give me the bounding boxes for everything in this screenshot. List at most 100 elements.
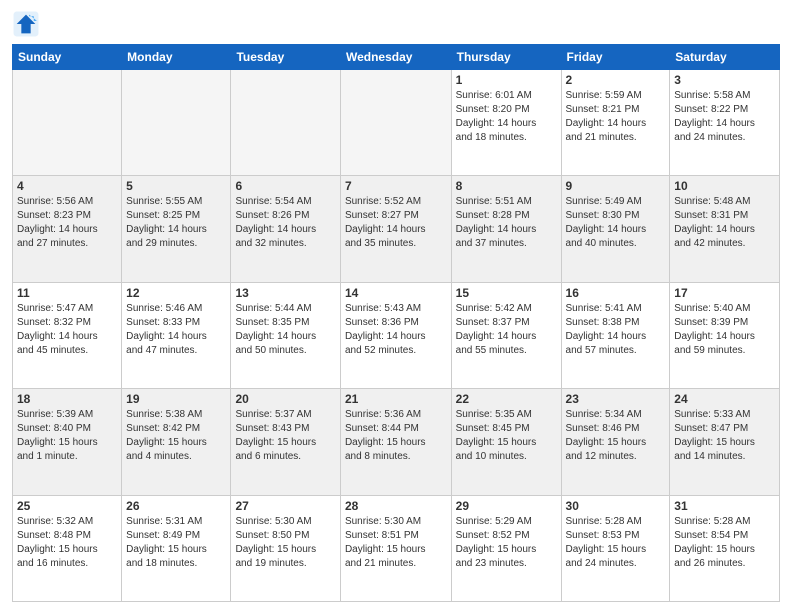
day-info: Sunrise: 5:28 AMSunset: 8:54 PMDaylight:… (674, 515, 775, 571)
week-row-1: 4 Sunrise: 5:56 AMSunset: 8:23 PMDaylight… (13, 176, 780, 282)
day-info: Sunrise: 5:34 AMSunset: 8:46 PMDaylight:… (566, 408, 666, 464)
day-number: 8 (456, 179, 557, 193)
day-number: 27 (235, 499, 335, 513)
day-header-friday: Friday (561, 45, 670, 70)
day-number: 25 (17, 499, 117, 513)
day-number: 29 (456, 499, 557, 513)
day-cell (340, 70, 451, 176)
day-info: Sunrise: 5:29 AMSunset: 8:52 PMDaylight:… (456, 515, 557, 571)
day-header-wednesday: Wednesday (340, 45, 451, 70)
day-info: Sunrise: 5:49 AMSunset: 8:30 PMDaylight:… (566, 195, 666, 251)
day-info: Sunrise: 5:46 AMSunset: 8:33 PMDaylight:… (126, 302, 226, 358)
day-cell (13, 70, 122, 176)
day-info: Sunrise: 5:37 AMSunset: 8:43 PMDaylight:… (235, 408, 335, 464)
day-cell (122, 70, 231, 176)
day-header-monday: Monday (122, 45, 231, 70)
day-number: 17 (674, 286, 775, 300)
day-info: Sunrise: 5:56 AMSunset: 8:23 PMDaylight:… (17, 195, 117, 251)
day-info: Sunrise: 5:59 AMSunset: 8:21 PMDaylight:… (566, 89, 666, 145)
day-cell: 15Sunrise: 5:42 AMSunset: 8:37 PMDayligh… (451, 282, 561, 388)
day-cell: 12 Sunrise: 5:46 AMSunset: 8:33 PMDayligh… (122, 282, 231, 388)
day-number: 13 (235, 286, 335, 300)
day-cell: 29 Sunrise: 5:29 AMSunset: 8:52 PMDayligh… (451, 495, 561, 601)
day-header-saturday: Saturday (670, 45, 780, 70)
day-number: 18 (17, 392, 117, 406)
day-info: Sunrise: 5:51 AMSunset: 8:28 PMDaylight:… (456, 195, 557, 251)
day-cell: 18 Sunrise: 5:39 AMSunset: 8:40 PMDayligh… (13, 389, 122, 495)
day-info: Sunrise: 5:30 AMSunset: 8:51 PMDaylight:… (345, 515, 447, 571)
header-row: SundayMondayTuesdayWednesdayThursdayFrid… (13, 45, 780, 70)
day-cell: 3 Sunrise: 5:58 AMSunset: 8:22 PMDaylight… (670, 70, 780, 176)
week-row-4: 25 Sunrise: 5:32 AMSunset: 8:48 PMDayligh… (13, 495, 780, 601)
day-info: Sunrise: 5:33 AMSunset: 8:47 PMDaylight:… (674, 408, 775, 464)
day-cell: 5Sunrise: 5:55 AMSunset: 8:25 PMDaylight… (122, 176, 231, 282)
day-cell: 27 Sunrise: 5:30 AMSunset: 8:50 PMDayligh… (231, 495, 340, 601)
day-info: Sunrise: 5:28 AMSunset: 8:53 PMDaylight:… (566, 515, 666, 571)
day-cell: 19 Sunrise: 5:38 AMSunset: 8:42 PMDayligh… (122, 389, 231, 495)
day-number: 6 (235, 179, 335, 193)
day-cell: 17Sunrise: 5:40 AMSunset: 8:39 PMDayligh… (670, 282, 780, 388)
day-header-thursday: Thursday (451, 45, 561, 70)
day-number: 26 (126, 499, 226, 513)
day-info: Sunrise: 5:30 AMSunset: 8:50 PMDaylight:… (235, 515, 335, 571)
day-info: Sunrise: 5:36 AMSunset: 8:44 PMDaylight:… (345, 408, 447, 464)
day-number: 4 (17, 179, 117, 193)
day-cell: 11Sunrise: 5:47 AMSunset: 8:32 PMDayligh… (13, 282, 122, 388)
day-cell (231, 70, 340, 176)
day-info: Sunrise: 5:54 AMSunset: 8:26 PMDaylight:… (235, 195, 335, 251)
day-header-tuesday: Tuesday (231, 45, 340, 70)
day-info: Sunrise: 5:43 AMSunset: 8:36 PMDaylight:… (345, 302, 447, 358)
day-info: Sunrise: 5:58 AMSunset: 8:22 PMDaylight:… (674, 89, 775, 145)
day-cell: 25 Sunrise: 5:32 AMSunset: 8:48 PMDayligh… (13, 495, 122, 601)
day-info: Sunrise: 5:31 AMSunset: 8:49 PMDaylight:… (126, 515, 226, 571)
day-cell: 26 Sunrise: 5:31 AMSunset: 8:49 PMDayligh… (122, 495, 231, 601)
day-info: Sunrise: 5:52 AMSunset: 8:27 PMDaylight:… (345, 195, 447, 251)
day-cell: 1 Sunrise: 6:01 AMSunset: 8:20 PMDaylight… (451, 70, 561, 176)
week-row-3: 18 Sunrise: 5:39 AMSunset: 8:40 PMDayligh… (13, 389, 780, 495)
day-cell: 16Sunrise: 5:41 AMSunset: 8:38 PMDayligh… (561, 282, 670, 388)
day-number: 2 (566, 73, 666, 87)
day-number: 1 (456, 73, 557, 87)
day-number: 9 (566, 179, 666, 193)
day-info: Sunrise: 5:47 AMSunset: 8:32 PMDaylight:… (17, 302, 117, 358)
day-cell: 23 Sunrise: 5:34 AMSunset: 8:46 PMDayligh… (561, 389, 670, 495)
day-info: Sunrise: 5:48 AMSunset: 8:31 PMDaylight:… (674, 195, 775, 251)
day-cell: 6 Sunrise: 5:54 AMSunset: 8:26 PMDaylight… (231, 176, 340, 282)
day-number: 14 (345, 286, 447, 300)
day-number: 21 (345, 392, 447, 406)
day-info: Sunrise: 6:01 AMSunset: 8:20 PMDaylight:… (456, 89, 557, 145)
day-info: Sunrise: 5:38 AMSunset: 8:42 PMDaylight:… (126, 408, 226, 464)
day-number: 19 (126, 392, 226, 406)
day-cell: 21 Sunrise: 5:36 AMSunset: 8:44 PMDayligh… (340, 389, 451, 495)
day-number: 23 (566, 392, 666, 406)
day-number: 3 (674, 73, 775, 87)
page: SundayMondayTuesdayWednesdayThursdayFrid… (0, 0, 792, 612)
day-number: 5 (126, 179, 226, 193)
day-cell: 9 Sunrise: 5:49 AMSunset: 8:30 PMDaylight… (561, 176, 670, 282)
day-number: 28 (345, 499, 447, 513)
day-number: 7 (345, 179, 447, 193)
day-number: 16 (566, 286, 666, 300)
day-cell: 10Sunrise: 5:48 AMSunset: 8:31 PMDayligh… (670, 176, 780, 282)
calendar-table: SundayMondayTuesdayWednesdayThursdayFrid… (12, 44, 780, 602)
day-number: 31 (674, 499, 775, 513)
day-cell: 30 Sunrise: 5:28 AMSunset: 8:53 PMDayligh… (561, 495, 670, 601)
day-cell: 7 Sunrise: 5:52 AMSunset: 8:27 PMDaylight… (340, 176, 451, 282)
day-cell: 8 Sunrise: 5:51 AMSunset: 8:28 PMDaylight… (451, 176, 561, 282)
day-number: 12 (126, 286, 226, 300)
day-number: 22 (456, 392, 557, 406)
day-cell: 14 Sunrise: 5:43 AMSunset: 8:36 PMDayligh… (340, 282, 451, 388)
day-cell: 20Sunrise: 5:37 AMSunset: 8:43 PMDayligh… (231, 389, 340, 495)
logo (12, 10, 44, 38)
header (12, 10, 780, 38)
day-header-sunday: Sunday (13, 45, 122, 70)
week-row-0: 1 Sunrise: 6:01 AMSunset: 8:20 PMDaylight… (13, 70, 780, 176)
day-number: 15 (456, 286, 557, 300)
week-row-2: 11Sunrise: 5:47 AMSunset: 8:32 PMDayligh… (13, 282, 780, 388)
day-cell: 24Sunrise: 5:33 AMSunset: 8:47 PMDayligh… (670, 389, 780, 495)
day-info: Sunrise: 5:32 AMSunset: 8:48 PMDaylight:… (17, 515, 117, 571)
logo-icon (12, 10, 40, 38)
day-info: Sunrise: 5:39 AMSunset: 8:40 PMDaylight:… (17, 408, 117, 464)
day-cell: 31 Sunrise: 5:28 AMSunset: 8:54 PMDayligh… (670, 495, 780, 601)
day-number: 30 (566, 499, 666, 513)
